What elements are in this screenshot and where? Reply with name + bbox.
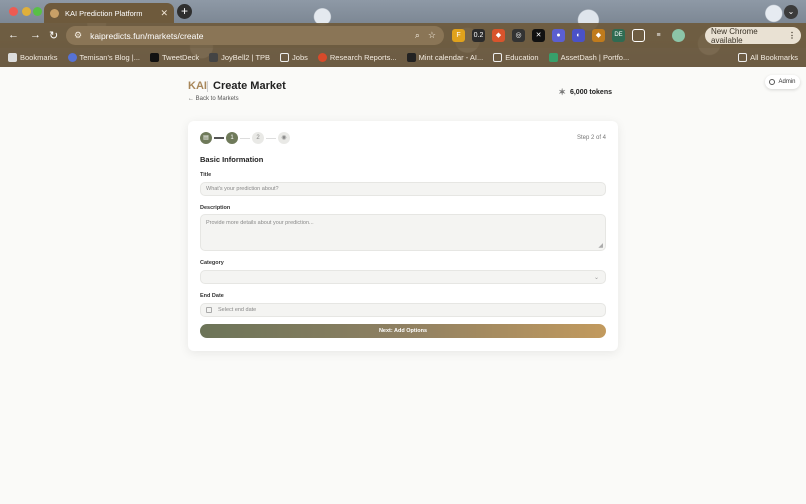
site-icon: [209, 53, 219, 62]
browser-tab[interactable]: KAI Prediction Platform ✕: [44, 3, 174, 23]
extension-badge-icon[interactable]: DE: [612, 29, 625, 42]
arrow-left-icon: ←: [188, 96, 194, 102]
bookmark-item[interactable]: Education: [493, 53, 539, 62]
close-icon[interactable]: ✕: [160, 8, 168, 19]
token-balance: ✶ 6,000 tokens: [558, 87, 612, 97]
next-add-options-button[interactable]: Next: Add Options: [200, 324, 606, 338]
more-menu-icon[interactable]: ⋮: [788, 31, 796, 40]
chevron-down-icon[interactable]: ⌄: [784, 5, 798, 19]
category-label: Category: [200, 260, 224, 266]
folder-icon: [738, 53, 748, 62]
bookmark-item[interactable]: TweetDeck: [150, 53, 199, 62]
step-details-icon: ▤: [200, 132, 212, 144]
extension-icon[interactable]: ◎: [512, 29, 525, 42]
admin-button[interactable]: Admin: [765, 75, 800, 89]
folder-icon: [493, 53, 503, 62]
extensions-row: F 0.2 ◆ ◎ ✕ ● ◐ ◆ DE ≡: [452, 29, 685, 42]
bookmark-item[interactable]: Research Reports...: [317, 53, 397, 62]
bookmark-item[interactable]: Mint calendar - AI...: [406, 53, 483, 62]
step-connector: [266, 137, 276, 139]
step-indicator: ▤ 1 2 ◉: [200, 132, 290, 144]
back-to-markets-link[interactable]: ← Back to Markets: [188, 96, 239, 102]
search-icon[interactable]: ⌕: [415, 30, 420, 41]
reload-icon[interactable]: ↻: [49, 29, 58, 42]
url-text: kaipredicts.fun/markets/create: [90, 30, 204, 41]
new-tab-button[interactable]: +: [177, 4, 192, 19]
description-placeholder: Provide more details about your predicti…: [206, 220, 314, 226]
close-window-button[interactable]: [9, 7, 18, 16]
kai-favicon-icon: [50, 8, 59, 18]
calendar-icon: [206, 307, 212, 313]
reading-list-icon[interactable]: ≡: [652, 29, 665, 42]
site-icon: [406, 53, 416, 62]
star-icon[interactable]: ☆: [428, 30, 436, 41]
extension-icon[interactable]: ✕: [532, 29, 545, 42]
bookmark-item[interactable]: Temisan's Blog |...: [67, 53, 140, 62]
bookmark-item[interactable]: JoyBell2 | TPB: [209, 53, 270, 62]
sparkle-icon: ✶: [558, 87, 566, 97]
shield-icon: [769, 79, 776, 85]
bookmark-item[interactable]: Jobs: [280, 53, 308, 62]
tab-title: KAI Prediction Platform: [65, 8, 143, 18]
category-select[interactable]: ⌄: [200, 270, 606, 284]
site-icon: [548, 53, 558, 62]
update-label: New Chrome available: [711, 26, 758, 45]
x-logo-icon: [150, 53, 160, 62]
maximize-window-button[interactable]: [33, 7, 42, 16]
address-bar[interactable]: ⚙ kaipredicts.fun/markets/create ⌕ ☆: [66, 26, 444, 45]
divider: [207, 81, 208, 92]
minimize-window-button[interactable]: [22, 7, 31, 16]
extension-icon[interactable]: ◐: [572, 29, 585, 42]
extension-icon[interactable]: ◆: [592, 29, 605, 42]
folder-icon: [280, 53, 290, 62]
chevron-down-icon: ⌄: [593, 275, 599, 281]
extension-icon[interactable]: F: [452, 29, 465, 42]
forward-arrow-icon[interactable]: →: [30, 29, 41, 41]
end-date-placeholder: Select end date: [218, 307, 257, 313]
extension-badge-icon[interactable]: 0.2: [472, 29, 485, 42]
bookmark-item[interactable]: AssetDash | Portfo...: [548, 53, 629, 62]
fox-extension-icon[interactable]: ◆: [492, 29, 505, 42]
all-bookmarks[interactable]: All Bookmarks: [738, 53, 798, 62]
bookmarks-bar: Bookmarks Temisan's Blog |... TweetDeck …: [0, 48, 806, 67]
title-input[interactable]: What's your prediction about?: [200, 182, 606, 196]
end-date-input[interactable]: Select end date: [200, 303, 606, 317]
bookmark-item[interactable]: Bookmarks: [8, 53, 58, 62]
description-label: Description: [200, 205, 231, 211]
title-label: Title: [200, 172, 212, 178]
site-info-icon[interactable]: ⚙: [74, 30, 82, 41]
admin-label: Admin: [778, 79, 796, 85]
tab-strip: KAI Prediction Platform ✕ + ⌄: [0, 0, 806, 23]
browser-toolbar: ← → ↻ ⚙ kaipredicts.fun/markets/create ⌕…: [0, 23, 806, 48]
back-arrow-icon[interactable]: ←: [8, 29, 19, 41]
create-market-card: ▤ 1 2 ◉ Step 2 of 4 Basic Information Ti…: [188, 121, 618, 351]
extension-icon[interactable]: ●: [552, 29, 565, 42]
brand-logo[interactable]: KAI: [188, 80, 207, 92]
step-progress-text: Step 2 of 4: [576, 135, 606, 141]
page-header: KAI Create Market ← Back to Markets ✶ 6,…: [188, 79, 618, 105]
profile-avatar[interactable]: [672, 29, 685, 42]
chrome-update-button[interactable]: New Chrome available ⋮: [705, 26, 801, 45]
step-connector: [214, 137, 224, 139]
section-title: Basic Information: [200, 155, 264, 164]
page-title: Create Market: [213, 80, 286, 92]
resize-handle-icon[interactable]: ◢: [598, 242, 603, 249]
title-placeholder: What's your prediction about?: [206, 186, 279, 192]
step-2: 2: [252, 132, 264, 144]
site-icon: [67, 53, 77, 62]
apps-icon: [8, 53, 17, 62]
step-1: 1: [226, 132, 238, 144]
end-date-label: End Date: [200, 293, 224, 299]
description-textarea[interactable]: Provide more details about your predicti…: [200, 214, 606, 251]
step-preview-eye-icon: ◉: [278, 132, 290, 144]
step-connector: [240, 137, 250, 139]
puzzle-icon[interactable]: [632, 29, 645, 42]
site-icon: [317, 53, 327, 62]
browser-chrome: KAI Prediction Platform ✕ + ⌄ ← → ↻ ⚙ ka…: [0, 0, 806, 67]
